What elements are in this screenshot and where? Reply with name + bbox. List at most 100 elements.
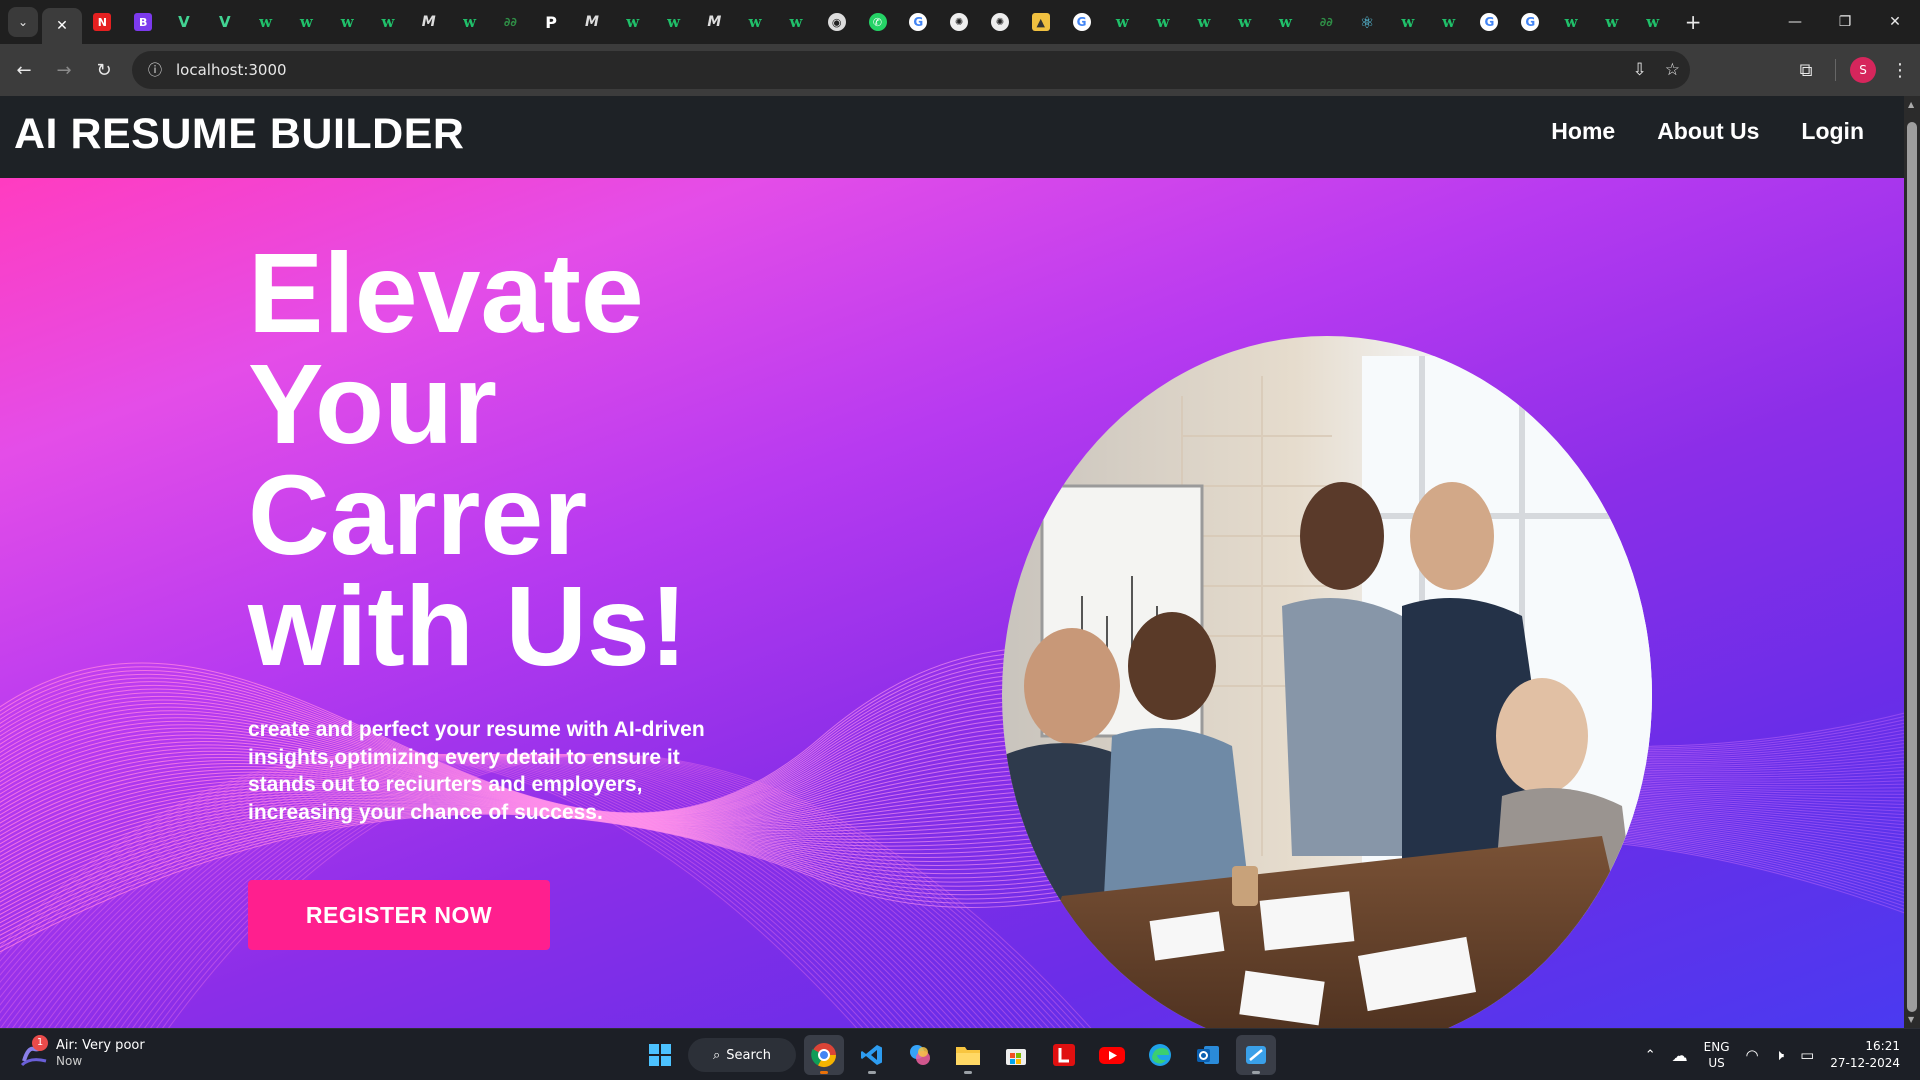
onedrive-cloud-icon[interactable]: ☁ [1672,1046,1688,1065]
browser-tab[interactable]: P [531,0,572,44]
browser-tab[interactable]: ∂∂ [1306,0,1347,44]
show-hidden-icons-chevron-icon[interactable]: ⌃ [1645,1048,1656,1063]
site-info-icon[interactable]: ⓘ [138,51,172,89]
w3schools-icon: w [1197,13,1211,31]
browser-tab[interactable]: w [1265,0,1306,44]
chrome-taskbar-icon[interactable] [804,1035,844,1075]
browser-tab[interactable]: w [327,0,368,44]
browser-tab[interactable]: G [1469,0,1510,44]
browser-tab[interactable]: M [572,0,613,44]
vue-icon: V [178,13,190,31]
weather-widget[interactable]: 1 Air: Very poor Now [20,1034,145,1068]
browser-tab[interactable]: ✺ [980,0,1021,44]
bookmark-star-icon[interactable]: ☆ [1665,60,1680,80]
system-tray: ⌃ ☁ ENG US ◠ 🕨 ▭ 16:21 27-12-2024 [1645,1035,1900,1075]
browser-tab[interactable]: M [408,0,449,44]
browser-tab[interactable]: w [653,0,694,44]
running-indicator [964,1071,972,1074]
browser-tab[interactable]: ▲ [1020,0,1061,44]
browser-tab[interactable]: ✆ [857,0,898,44]
page-scrollbar[interactable]: ▲ ▼ [1904,96,1920,1028]
copilot-taskbar-icon[interactable] [900,1035,940,1075]
browser-tab[interactable]: N [82,0,123,44]
profile-avatar[interactable]: S [1850,57,1876,83]
browser-tab[interactable]: w [735,0,776,44]
google-icon: G [1480,13,1499,31]
browser-tab[interactable]: w [1388,0,1429,44]
browser-tab[interactable]: w [1224,0,1265,44]
wifi-icon[interactable]: ◠ [1746,1046,1759,1064]
battery-icon[interactable]: ▭ [1800,1046,1814,1064]
close-tab-icon[interactable]: ✕ [56,18,68,34]
browser-tab[interactable]: w [776,0,817,44]
snipping-tool-icon[interactable] [1236,1035,1276,1075]
browser-tab[interactable]: G [898,0,939,44]
browser-tab[interactable]: G [1061,0,1102,44]
file-explorer-icon[interactable] [948,1035,988,1075]
browser-tab[interactable]: V [164,0,205,44]
minimize-icon[interactable]: — [1770,0,1820,44]
restore-icon[interactable]: ❐ [1820,0,1870,44]
browser-tab[interactable]: G [1510,0,1551,44]
w3schools-icon: w [299,13,313,31]
brand-logo[interactable]: AI RESUME BUILDER [14,110,464,159]
browser-tab[interactable]: w [1102,0,1143,44]
outlook-taskbar-icon[interactable] [1188,1035,1228,1075]
install-app-icon[interactable]: ⇩ [1633,60,1647,80]
browser-tab[interactable]: w [286,0,327,44]
volume-icon[interactable]: 🕨 [1775,1046,1784,1064]
language-indicator[interactable]: ENG US [1704,1039,1730,1071]
browser-tab[interactable]: w [449,0,490,44]
browser-tab[interactable]: w [1428,0,1469,44]
taskbar-search[interactable]: ⌕ Search [688,1038,796,1072]
reload-icon[interactable]: ↻ [84,50,124,90]
active-tab[interactable]: ✕ [42,8,82,44]
back-icon[interactable]: ← [4,50,44,90]
register-now-button[interactable]: REGISTER NOW [248,880,550,950]
browser-tab[interactable]: w [245,0,286,44]
scroll-down-arrow-icon[interactable]: ▼ [1908,1015,1914,1024]
browser-tab[interactable]: ∂∂ [490,0,531,44]
window-controls: — ❐ ✕ [1770,0,1920,44]
microsoft-store-icon[interactable] [996,1035,1036,1075]
vscode-taskbar-icon[interactable] [852,1035,892,1075]
nav-login-link[interactable]: Login [1801,118,1864,145]
new-tab-button[interactable]: + [1673,0,1713,44]
clock[interactable]: 16:21 27-12-2024 [1830,1038,1900,1072]
w3schools-icon: w [463,13,477,31]
tab-search-chevron-icon[interactable]: ⌄ [8,7,38,37]
browser-tab[interactable]: ✺ [939,0,980,44]
team-meeting-photo [1002,336,1652,1028]
menu-kebab-icon[interactable]: ⋮ [1890,60,1910,81]
medium-icon: M [584,14,599,30]
close-window-icon[interactable]: ✕ [1870,0,1920,44]
browser-tab[interactable]: w [1551,0,1592,44]
browser-tab[interactable]: ◉ [816,0,857,44]
browser-tab[interactable]: ⚛ [1347,0,1388,44]
scroll-up-arrow-icon[interactable]: ▲ [1908,100,1914,109]
running-indicator [868,1071,876,1074]
w3schools-icon: w [1401,13,1415,31]
address-bar[interactable]: ⓘ localhost:3000 ⇩ ☆ [132,51,1690,89]
youtube-taskbar-icon[interactable] [1092,1035,1132,1075]
browser-tab[interactable]: w [612,0,653,44]
nav-about-link[interactable]: About Us [1657,118,1759,145]
browser-tab[interactable]: w [1143,0,1184,44]
hero-section: Elevate Your Carrer with Us! create and … [0,178,1904,1028]
windows-start-icon[interactable] [640,1035,680,1075]
browser-tab[interactable]: w [1184,0,1225,44]
extensions-icon[interactable]: ⧉ [1791,60,1821,81]
browser-tab[interactable]: M [694,0,735,44]
browser-tab[interactable]: w [368,0,409,44]
scrollbar-thumb[interactable] [1907,122,1917,1012]
browser-tab[interactable]: V [204,0,245,44]
browser-tab[interactable]: B [123,0,164,44]
red-l-app-icon[interactable] [1044,1035,1084,1075]
nav-home-link[interactable]: Home [1551,118,1615,145]
edge-taskbar-icon[interactable] [1140,1035,1180,1075]
forward-icon[interactable]: → [44,50,84,90]
url-text[interactable]: localhost:3000 [176,61,287,79]
w3schools-icon: w [1646,13,1660,31]
browser-tab[interactable]: w [1591,0,1632,44]
browser-tab[interactable]: w [1632,0,1673,44]
